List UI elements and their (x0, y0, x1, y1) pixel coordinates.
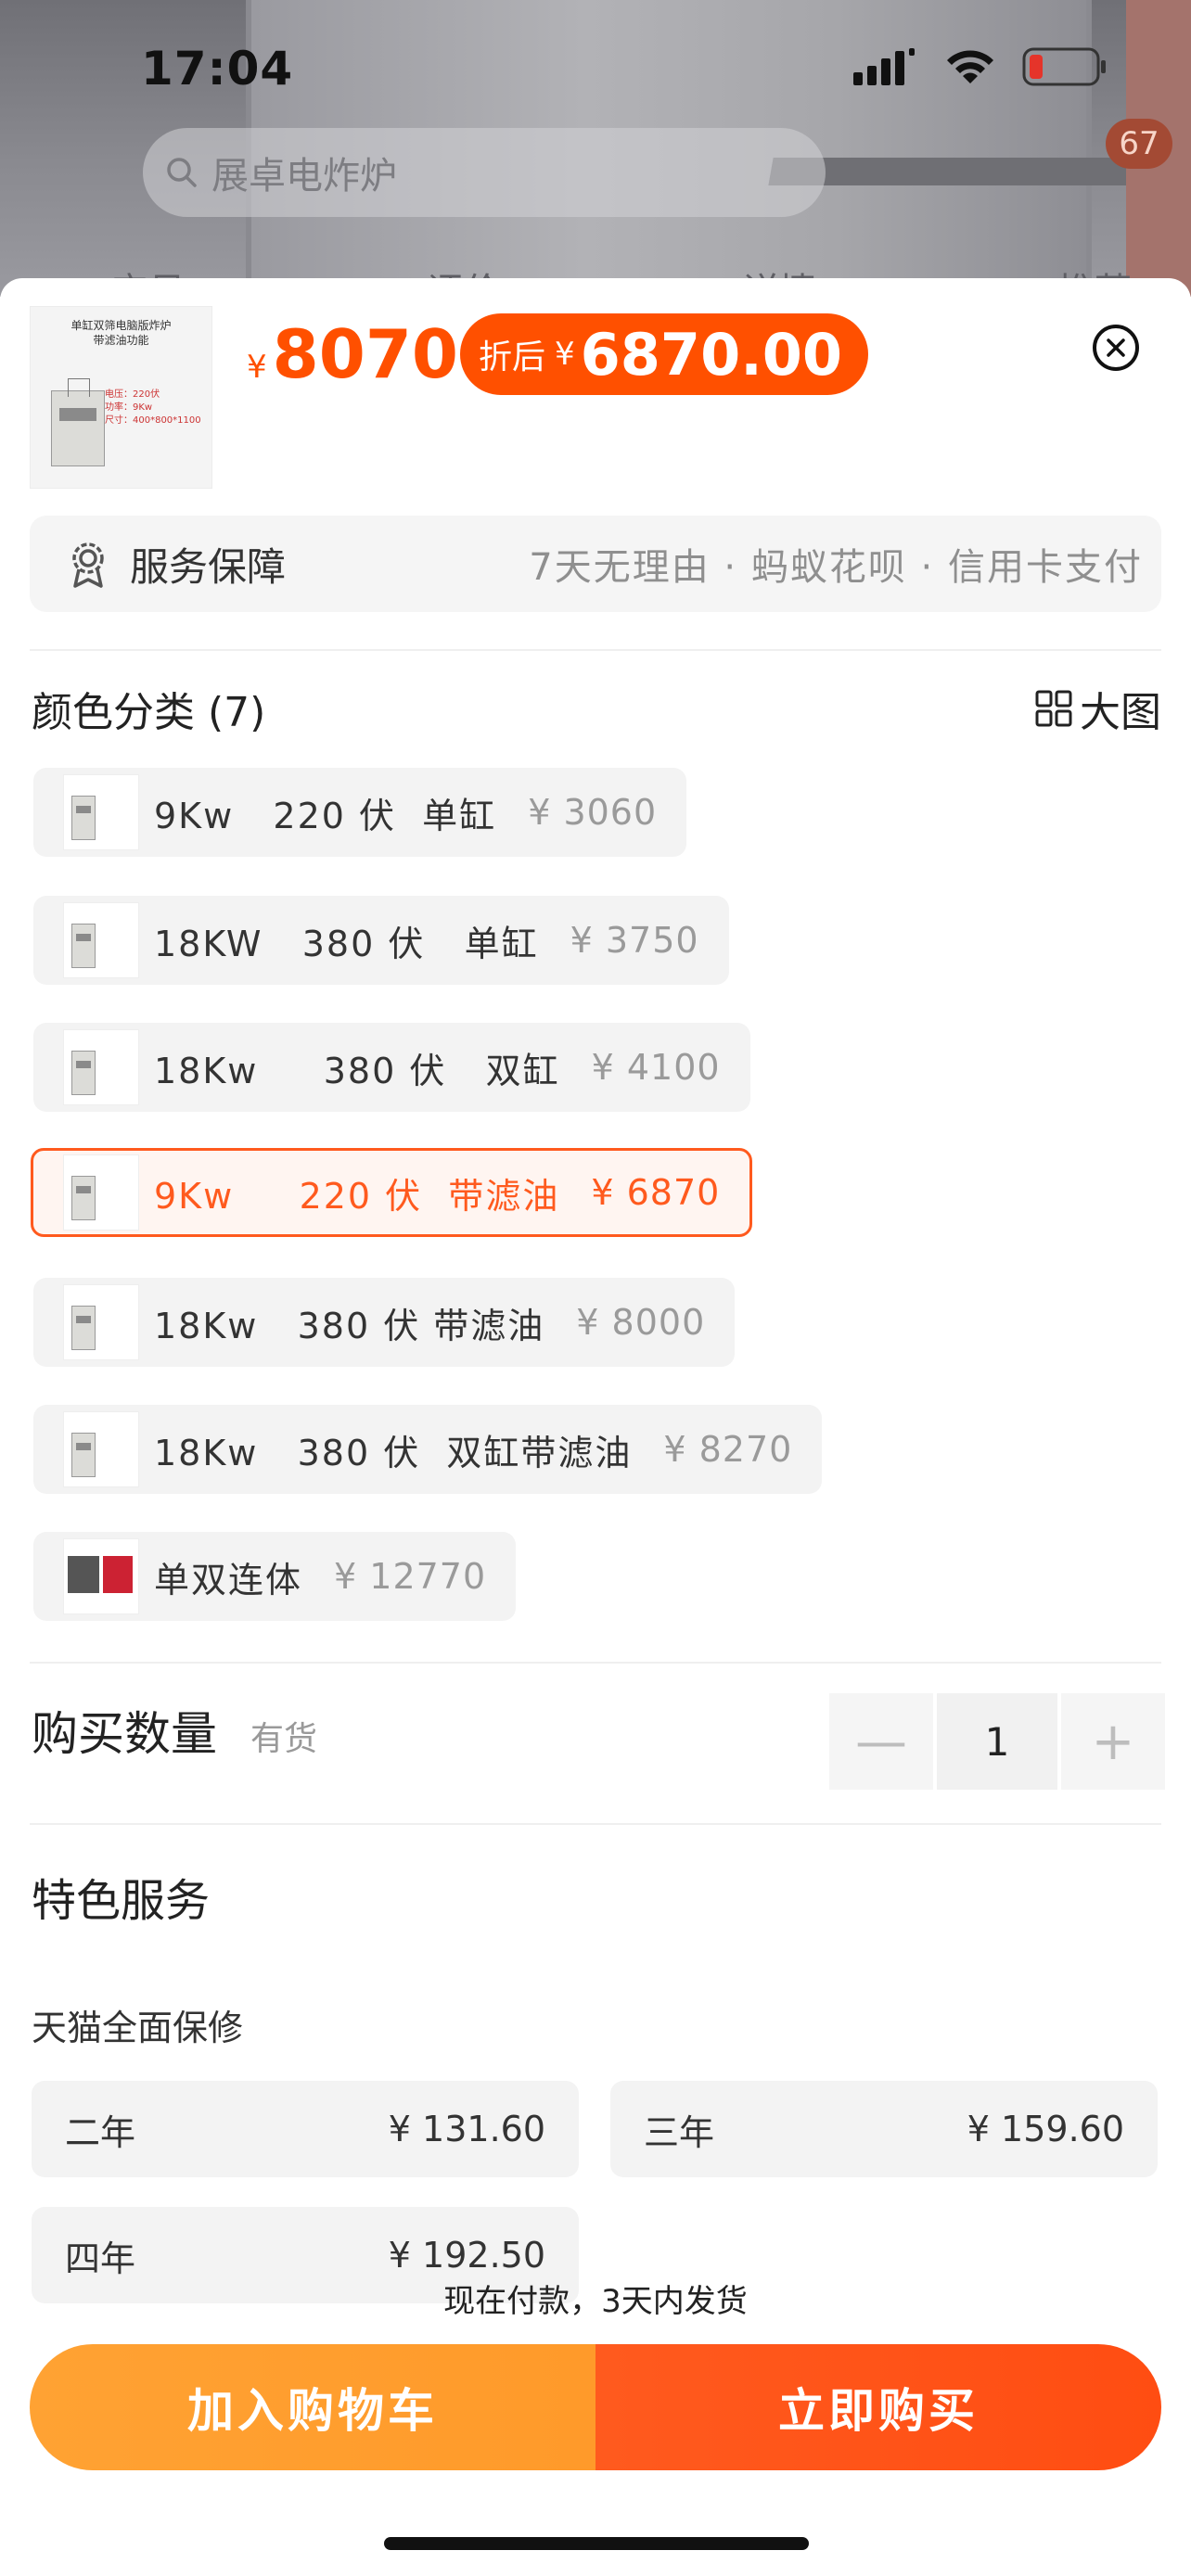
status-time: 17:04 (141, 42, 294, 96)
wifi-icon (947, 50, 993, 83)
original-price-value: 8070 (272, 315, 459, 393)
home-indicator[interactable] (384, 2537, 809, 2550)
warranty-option-name: 三年 (644, 2111, 715, 2153)
option-price: ¥ 3060 (528, 792, 658, 833)
fryer-image-icon (51, 377, 105, 466)
color-option[interactable]: 18Kw 380 伏 双缸 ¥ 4100 (33, 1023, 750, 1112)
option-name: 9Kw 220 伏 带滤油 (154, 1175, 560, 1217)
warranty-option[interactable]: 三年 ¥ 159.60 (610, 2081, 1158, 2177)
option-thumbnail (63, 902, 139, 978)
decrease-button[interactable]: — (829, 1693, 933, 1790)
stock-status: 有货 (250, 1720, 318, 1758)
option-price: ¥ 3750 (570, 920, 699, 961)
divider (30, 1823, 1161, 1825)
divider (30, 649, 1161, 651)
color-option[interactable]: 18Kw 380 伏 双缸带滤油 ¥ 8270 (33, 1405, 823, 1494)
search-bar[interactable]: 展卓电炸炉 (143, 128, 826, 217)
buy-now-button[interactable]: 立即购买 (596, 2344, 1161, 2470)
option-thumbnail (63, 1029, 139, 1105)
option-name: 18Kw 380 伏 双缸带滤油 (154, 1432, 633, 1473)
close-button[interactable] (1093, 325, 1139, 371)
warranty-option-name: 二年 (65, 2111, 136, 2153)
option-name: 18Kw 380 伏 双缸 (154, 1050, 560, 1091)
increase-button[interactable]: + (1061, 1693, 1165, 1790)
color-option-selected[interactable]: 9Kw 220 伏 带滤油 ¥ 6870 (31, 1148, 753, 1237)
color-option[interactable]: 18KW 380 伏 单缸 ¥ 3750 (33, 896, 729, 985)
option-thumbnail (63, 1154, 139, 1231)
battery-low-icon (1022, 47, 1106, 86)
option-name: 单双连体 (154, 1559, 303, 1600)
option-price: ¥ 4100 (591, 1047, 721, 1088)
background-product-page: 17:04 展卓电炸炉 67 宝贝 评价 详情 推荐 (0, 0, 1191, 297)
option-price: ¥ 8000 (576, 1302, 706, 1343)
warranty-option-name: 四年 (65, 2238, 136, 2279)
special-services-title: 特色服务 (32, 1875, 211, 1927)
divider (30, 1662, 1161, 1664)
warranty-option-price: ¥ 159.60 (967, 2109, 1124, 2149)
status-icons (853, 46, 1108, 87)
color-option[interactable]: 18Kw 380 伏 带滤油 ¥ 8000 (33, 1278, 736, 1367)
cart-count-badge[interactable]: 67 (1106, 119, 1172, 169)
warranty-option[interactable]: 二年 ¥ 131.60 (32, 2081, 579, 2177)
discount-currency-symbol: ¥ (555, 336, 575, 373)
currency-symbol: ¥ (247, 349, 267, 386)
big-image-label: 大图 (1080, 689, 1161, 736)
option-price: ¥ 12770 (334, 1556, 487, 1597)
option-price: ¥ 8270 (663, 1429, 793, 1470)
thumbnail-caption: 单缸双筛电脑版炸炉 带滤油功能 (70, 319, 172, 347)
quantity-label: 购买数量 (32, 1707, 217, 1761)
option-price: ¥ 6870 (591, 1172, 721, 1213)
option-name: 9Kw 220 伏 单缸 (154, 795, 497, 836)
big-image-toggle[interactable]: 大图 (1035, 679, 1161, 738)
color-section-title: 颜色分类 (7) (32, 689, 266, 736)
warranty-option-price: ¥ 131.60 (388, 2109, 545, 2149)
action-buttons: 加入购物车 立即购买 (30, 2344, 1161, 2470)
cellular-signal-icon (853, 48, 915, 85)
warranty-option-price: ¥ 192.50 (388, 2235, 545, 2276)
discount-label: 折后 (479, 338, 546, 376)
option-name: 18KW 380 伏 单缸 (154, 923, 539, 964)
option-thumbnail (63, 774, 139, 850)
search-icon (167, 158, 197, 187)
close-icon (1107, 338, 1125, 357)
award-badge-icon (72, 542, 104, 588)
original-price: ¥ 8070 (247, 315, 458, 393)
color-option[interactable]: 单双连体 ¥ 12770 (33, 1532, 517, 1621)
service-detail: 7天无理由 · 蚂蚁花呗 · 信用卡支付 (529, 546, 1143, 589)
quantity-stepper: — 1 + (829, 1693, 1165, 1790)
discounted-price-value: 6870.00 (580, 320, 843, 389)
option-name: 18Kw 380 伏 带滤油 (154, 1305, 545, 1346)
service-label: 服务保障 (130, 543, 287, 590)
add-to-cart-button[interactable]: 加入购物车 (30, 2344, 596, 2470)
search-placeholder: 展卓电炸炉 (211, 155, 397, 198)
discounted-price-pill: 折后 ¥ 6870.00 (460, 313, 869, 395)
sku-sheet: 单缸双筛电脑版炸炉 带滤油功能 电压：220伏 功率：9Kw 尺寸：400*80… (0, 278, 1191, 2576)
service-guarantee-bar[interactable]: 服务保障 7天无理由 · 蚂蚁花呗 · 信用卡支付 (30, 516, 1161, 612)
option-thumbnail (63, 1538, 139, 1614)
thumbnail-specs: 电压：220伏 功率：9Kw 尺寸：400*800*1100 (105, 389, 201, 426)
shipping-note: 现在付款，3天内发货 (443, 2283, 748, 2320)
quantity-value[interactable]: 1 (937, 1693, 1057, 1790)
warranty-title: 天猫全面保修 (32, 2008, 244, 2048)
option-thumbnail (63, 1411, 139, 1487)
product-thumbnail[interactable]: 单缸双筛电脑版炸炉 带滤油功能 电压：220伏 功率：9Kw 尺寸：400*80… (30, 306, 212, 489)
grid-view-icon (1035, 690, 1072, 727)
option-thumbnail (63, 1284, 139, 1360)
color-option[interactable]: 9Kw 220 伏 单缸 ¥ 3060 (33, 768, 687, 857)
